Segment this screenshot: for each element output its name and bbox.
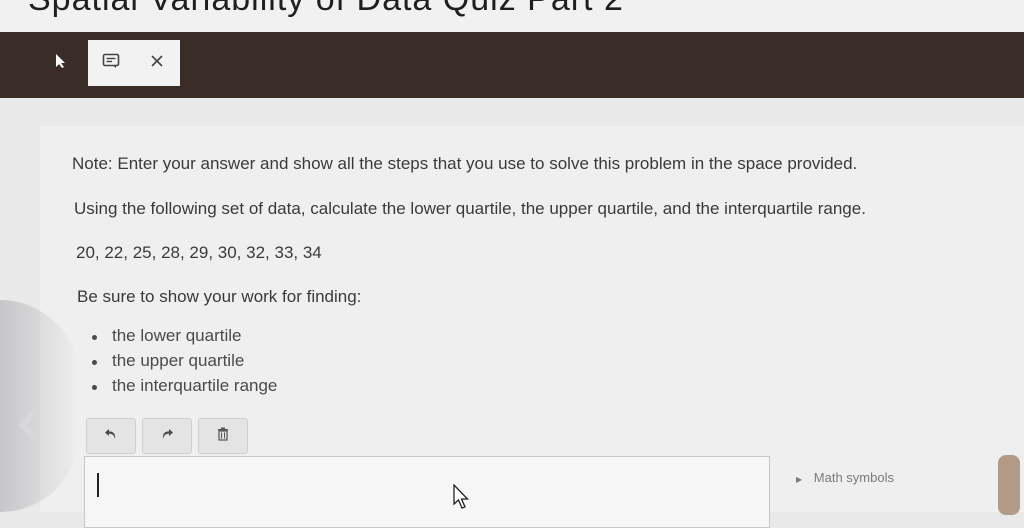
bullet-icon xyxy=(92,385,97,390)
caret-right-icon: ▶ xyxy=(796,475,803,484)
close-button[interactable] xyxy=(134,40,180,86)
list-item-text: the upper quartile xyxy=(112,351,245,370)
scrollbar-thumb[interactable] xyxy=(998,455,1020,515)
math-symbols-toggle[interactable]: ▶ Math symbols xyxy=(796,470,894,485)
toolbar xyxy=(0,32,1024,98)
close-icon xyxy=(150,54,164,73)
question-panel xyxy=(40,126,1024,512)
text-caret xyxy=(97,473,99,497)
bullet-icon xyxy=(92,360,97,365)
list-item-text: the interquartile range xyxy=(112,376,278,395)
chevron-left-icon xyxy=(17,406,41,444)
data-set-text: 20, 22, 25, 28, 29, 30, 32, 33, 34 xyxy=(76,243,322,262)
list-item-text: the lower quartile xyxy=(112,326,242,345)
undo-icon xyxy=(104,427,118,445)
page-title-bar: Spatial Variability of Data Quiz Part 2 xyxy=(0,0,1024,32)
note-button[interactable] xyxy=(88,40,134,86)
math-symbols-label: Math symbols xyxy=(813,470,894,485)
note-text: Note: Enter your answer and show all the… xyxy=(72,154,858,173)
instruction-text: Using the following set of data, calcula… xyxy=(74,199,866,218)
delete-button[interactable] xyxy=(198,418,248,454)
prompt-text: Be sure to show your work for finding: xyxy=(77,287,362,306)
mouse-pointer-icon xyxy=(452,483,470,515)
answer-input[interactable] xyxy=(84,456,770,528)
redo-button[interactable] xyxy=(142,418,192,454)
note-icon xyxy=(102,53,120,74)
trash-icon xyxy=(217,427,229,446)
page-title: Spatial Variability of Data Quiz Part 2 xyxy=(28,0,624,19)
undo-button[interactable] xyxy=(86,418,136,454)
cursor-arrow-icon xyxy=(54,53,68,74)
redo-icon xyxy=(160,427,174,445)
bullet-icon xyxy=(92,335,97,340)
pointer-button[interactable] xyxy=(38,40,84,86)
